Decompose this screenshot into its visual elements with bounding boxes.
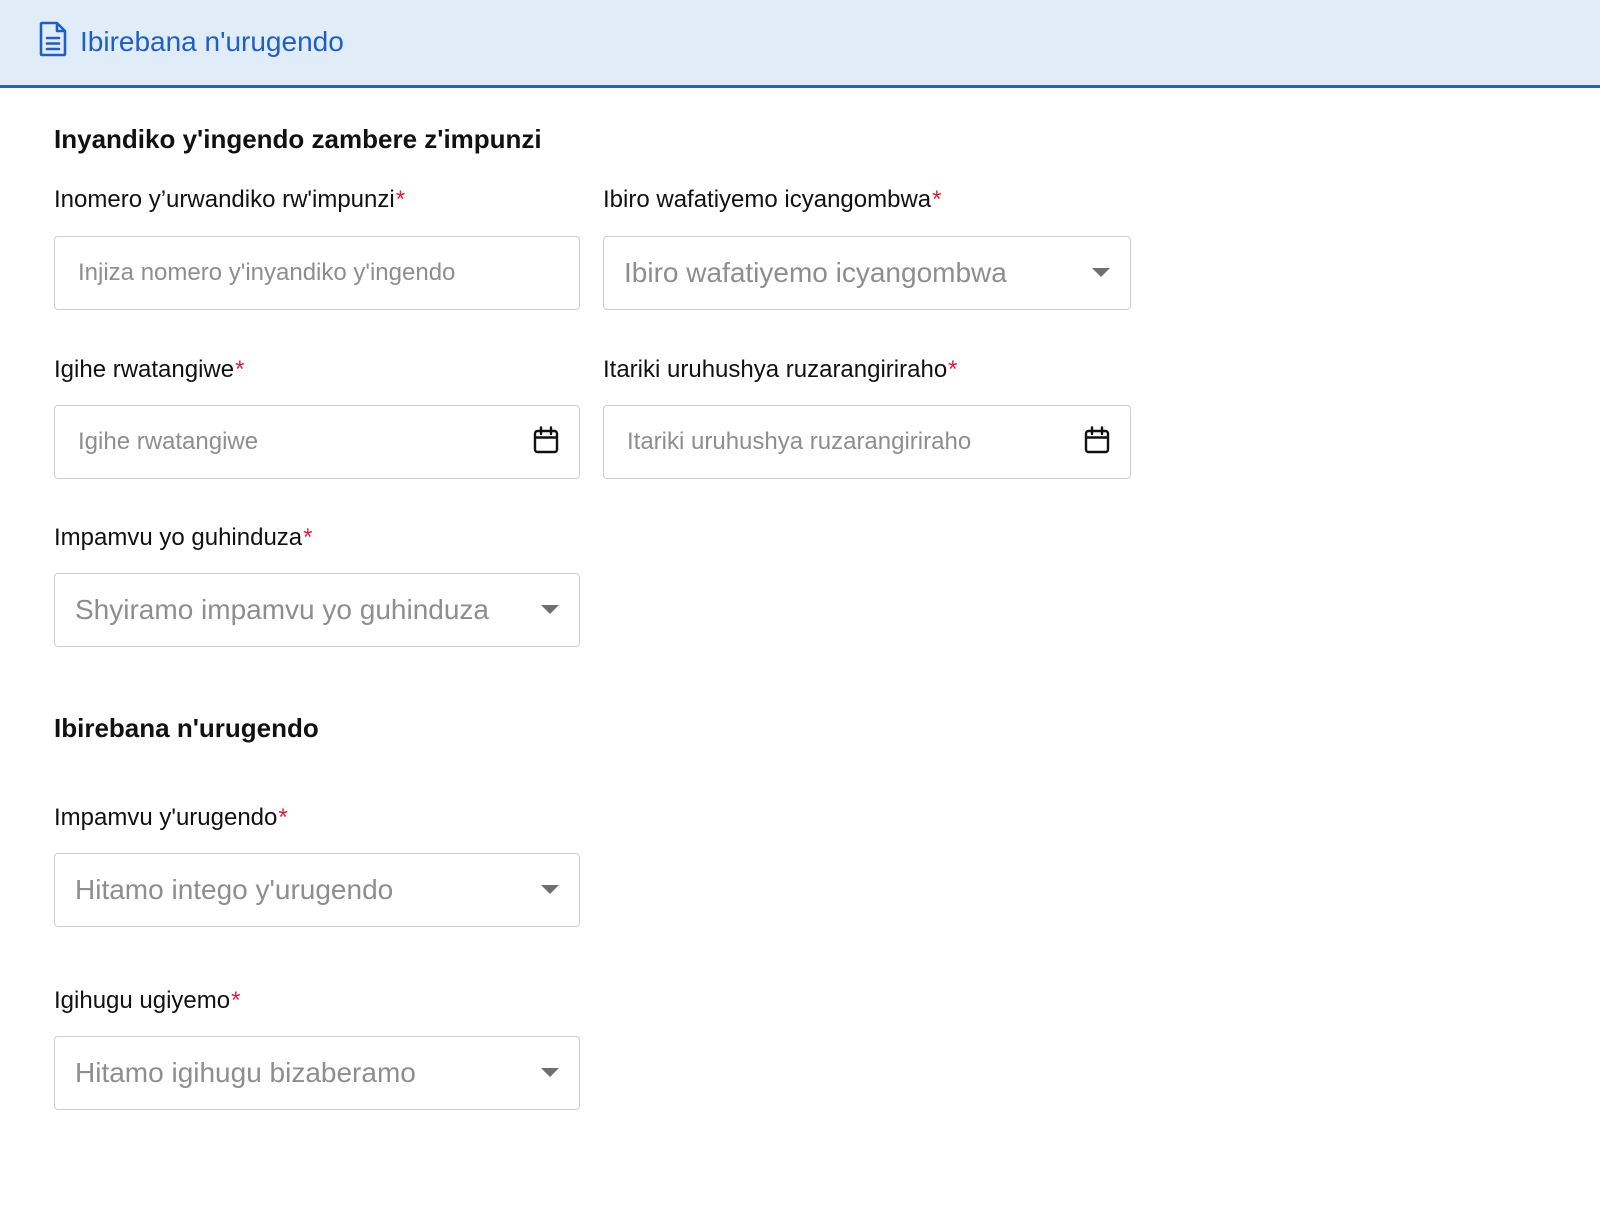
- issue-date-input[interactable]: [55, 406, 579, 478]
- required-marker: *: [948, 356, 958, 383]
- select-placeholder: Hitamo intego y'urugendo: [75, 874, 394, 905]
- issuing-office-select[interactable]: Ibiro wafatiyemo icyangombwa: [603, 236, 1131, 310]
- document-number-field[interactable]: [54, 236, 580, 310]
- select-placeholder: Hitamo igihugu bizaberamo: [75, 1057, 416, 1088]
- required-marker: *: [932, 186, 942, 213]
- chevron-down-icon: [1092, 268, 1110, 277]
- required-marker: *: [303, 524, 313, 551]
- label-text: Impamvu yo guhinduza: [54, 524, 303, 551]
- required-marker: *: [231, 987, 241, 1014]
- page-title: Ibirebana n'urugendo: [80, 26, 344, 57]
- calendar-icon[interactable]: [1084, 426, 1110, 454]
- section-title-travel-details: Ibirebana n'urugendo: [54, 713, 319, 743]
- label-text: Itariki uruhushya ruzarangiriraho: [603, 356, 948, 383]
- field-label-travel-purpose: Impamvu y'urugendo*: [54, 802, 288, 834]
- label-text: Igihe rwatangiwe: [54, 356, 235, 383]
- required-marker: *: [395, 186, 406, 213]
- issue-date-field[interactable]: [54, 405, 580, 479]
- field-label-document-number: Inomero y’urwandiko rw'impunzi*: [54, 184, 405, 216]
- select-placeholder: Shyiramo impamvu yo guhinduza: [75, 594, 489, 625]
- expiry-date-input[interactable]: [604, 406, 1130, 478]
- destination-country-select[interactable]: Hitamo igihugu bizaberamo: [54, 1036, 580, 1110]
- page-header: Ibirebana n'urugendo: [0, 0, 1600, 88]
- field-label-issue-date: Igihe rwatangiwe*: [54, 354, 244, 386]
- label-text: Igihugu ugiyemo: [54, 987, 231, 1014]
- change-reason-select[interactable]: Shyiramo impamvu yo guhinduza: [54, 573, 580, 647]
- chevron-down-icon: [541, 605, 559, 614]
- required-marker: *: [278, 804, 288, 831]
- field-label-change-reason: Impamvu yo guhinduza*: [54, 522, 313, 554]
- label-text: Ibiro wafatiyemo icyangombwa: [603, 186, 932, 213]
- field-label-expiry-date: Itariki uruhushya ruzarangiriraho*: [603, 354, 958, 386]
- section-title-travel-documents: Inyandiko y'ingendo zambere z'impunzi: [54, 124, 542, 154]
- calendar-icon[interactable]: [533, 426, 559, 454]
- label-text: Impamvu y'urugendo: [54, 804, 278, 831]
- expiry-date-field[interactable]: [603, 405, 1131, 479]
- field-label-destination-country: Igihugu ugiyemo*: [54, 985, 240, 1017]
- chevron-down-icon: [541, 885, 559, 894]
- document-icon: [39, 21, 67, 57]
- required-marker: *: [235, 356, 245, 383]
- travel-purpose-select[interactable]: Hitamo intego y'urugendo: [54, 853, 580, 927]
- label-text: Inomero y’urwandiko rw'impunzi: [54, 186, 395, 213]
- field-label-issuing-office: Ibiro wafatiyemo icyangombwa*: [603, 184, 942, 216]
- document-number-input[interactable]: [55, 237, 579, 309]
- chevron-down-icon: [541, 1068, 559, 1077]
- select-placeholder: Ibiro wafatiyemo icyangombwa: [624, 257, 1007, 288]
